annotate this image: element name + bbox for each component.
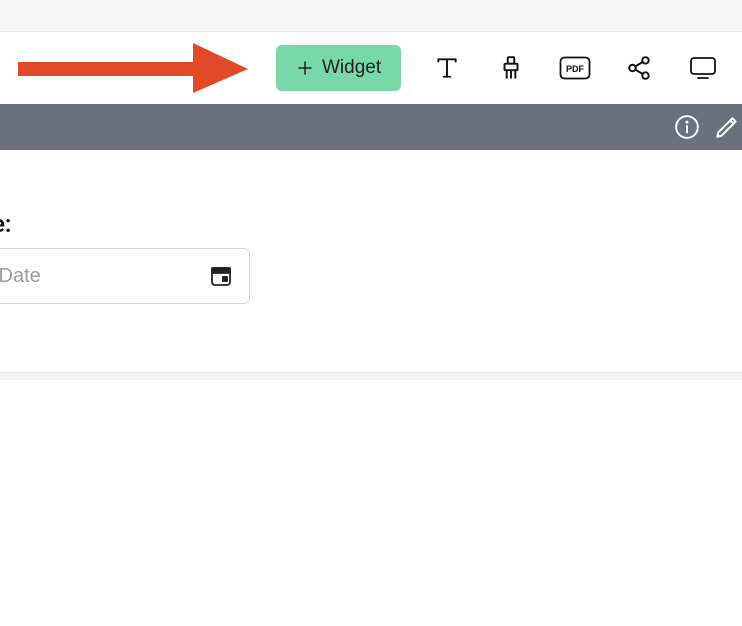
annotation-arrow xyxy=(18,43,248,93)
svg-text:PDF: PDF xyxy=(566,64,585,74)
monitor-icon xyxy=(689,55,717,81)
info-button[interactable] xyxy=(674,114,700,140)
text-tool-button[interactable] xyxy=(429,50,465,86)
display-button[interactable] xyxy=(685,50,721,86)
pdf-export-button[interactable]: PDF xyxy=(557,50,593,86)
arrow-icon xyxy=(18,43,248,93)
brush-tool-button[interactable] xyxy=(493,50,529,86)
pdf-icon: PDF xyxy=(559,56,591,80)
content-area: e: xyxy=(0,150,742,380)
section-header-bar xyxy=(0,104,742,150)
brush-icon xyxy=(498,55,524,81)
add-widget-label: Widget xyxy=(322,57,381,79)
info-icon xyxy=(674,114,700,140)
date-input-wrap[interactable] xyxy=(0,248,250,304)
share-button[interactable] xyxy=(621,50,657,86)
toolbar: Widget PDF xyxy=(0,32,742,104)
plus-icon xyxy=(296,59,314,77)
date-input[interactable] xyxy=(0,265,173,288)
text-icon xyxy=(434,55,460,81)
pencil-icon xyxy=(714,114,740,140)
calendar-button[interactable] xyxy=(209,264,233,288)
add-widget-button[interactable]: Widget xyxy=(276,45,401,91)
top-strip xyxy=(0,0,742,32)
section-divider xyxy=(0,372,742,380)
date-field-label: e: xyxy=(0,210,742,238)
calendar-icon xyxy=(209,264,233,288)
share-icon xyxy=(626,55,652,81)
edit-button[interactable] xyxy=(714,114,740,140)
